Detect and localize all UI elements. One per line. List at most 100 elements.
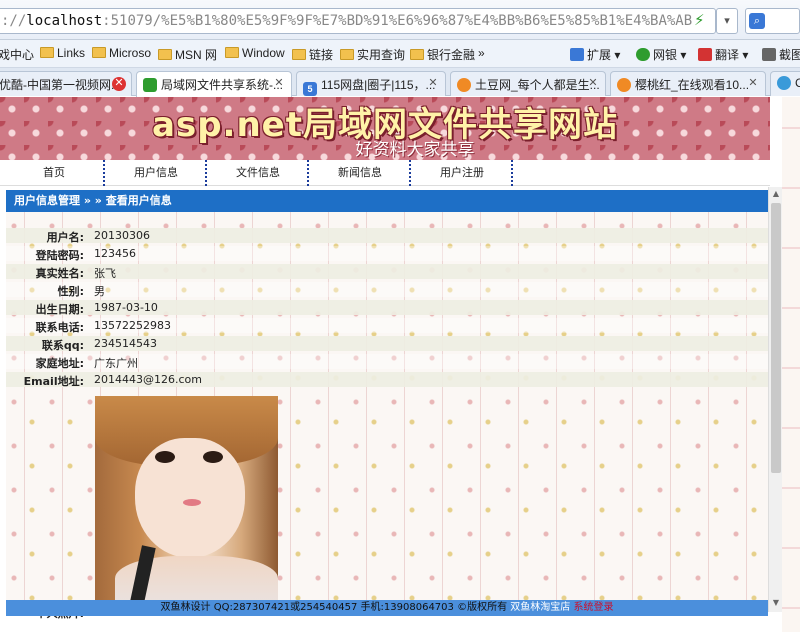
- lightning-icon[interactable]: ⚡: [694, 11, 710, 31]
- favorite-item[interactable]: 链接: [292, 46, 333, 63]
- photo-eye: [203, 451, 223, 463]
- field-value: 1987-03-10: [94, 301, 158, 314]
- search-button[interactable]: ⌕: [745, 8, 800, 34]
- field-label: 登陆密码:: [35, 249, 84, 262]
- close-icon[interactable]: ✕: [746, 77, 760, 91]
- scroll-down-icon[interactable]: ▼: [771, 598, 781, 610]
- page-icon: [143, 78, 157, 92]
- vertical-scrollbar[interactable]: ▲ ▼: [768, 187, 782, 612]
- tab-bar: 优酷-中国第一视频网... ✕ 局域网文件共享系统-... ✕ 5 115网盘|圈子|…: [0, 68, 800, 97]
- tab-label: 局域网文件共享系统-...: [161, 78, 283, 92]
- field-label: Email地址:: [23, 375, 84, 388]
- site-banner: asp.net局域网文件共享网站 好资料大家共享: [0, 97, 770, 160]
- nav-user-register[interactable]: 用户注册: [413, 160, 513, 186]
- folder-icon: [40, 47, 54, 58]
- favorite-label: 实用查询: [357, 48, 406, 62]
- tudou-icon: [457, 78, 471, 92]
- folder-icon: [410, 49, 424, 60]
- tool-label: 扩展: [587, 48, 612, 62]
- user-photo: [95, 396, 278, 612]
- favorite-label: 链接: [309, 48, 334, 62]
- tab-file-share[interactable]: 局域网文件共享系统-... ✕: [136, 71, 292, 97]
- tab-cherry[interactable]: 樱桃红_在线观看10... ✕: [610, 71, 766, 96]
- field-value: 2014443@126.com: [94, 373, 202, 386]
- table-row: 真实姓名: 张飞: [6, 263, 768, 281]
- folder-icon: [158, 49, 172, 60]
- footer-shop-link[interactable]: 双鱼林淘宝店: [510, 602, 570, 613]
- favorite-item[interactable]: 银行金融: [410, 46, 475, 63]
- footer-text: 双鱼林设计 QQ:287307421或254540457 手机:13908064…: [160, 602, 508, 613]
- system-login-link[interactable]: 系统登录: [573, 602, 613, 613]
- tool-label: 网银: [653, 48, 678, 62]
- address-prefix: ://: [1, 13, 27, 29]
- tab-label: 樱桃红_在线观看10...: [635, 78, 750, 92]
- nav-home[interactable]: 首页: [5, 160, 105, 186]
- globe-icon: [636, 48, 650, 61]
- field-label: 真实姓名:: [35, 267, 84, 280]
- web-page: asp.net局域网文件共享网站 好资料大家共享 首页 用户信息 文件信息 新闻…: [0, 97, 800, 632]
- tab-label: 土豆网_每个人都是生...: [475, 78, 600, 92]
- translate-button[interactable]: 翻译 ▾: [698, 46, 748, 63]
- favorite-item[interactable]: Links: [40, 46, 85, 60]
- tab-label: C: [795, 76, 800, 90]
- folder-icon: [340, 49, 354, 60]
- scroll-up-icon[interactable]: ▲: [771, 189, 781, 201]
- breadcrumb: 用户信息管理 » » 查看用户信息: [6, 190, 768, 212]
- nav-file-info[interactable]: 文件信息: [209, 160, 309, 186]
- nav-user-info[interactable]: 用户信息: [107, 160, 207, 186]
- address-input[interactable]: ://localhost:51079/%E5%B1%80%E5%9F%9F%E7…: [0, 8, 716, 34]
- nav-news-info[interactable]: 新闻信息: [311, 160, 411, 186]
- table-row: 用户名: 20130306: [6, 227, 768, 245]
- table-row: 联系电话: 13572252983: [6, 317, 768, 335]
- translate-icon: [698, 48, 712, 61]
- site-nav: 首页 用户信息 文件信息 新闻信息 用户注册: [0, 160, 770, 186]
- close-icon[interactable]: ✕: [426, 77, 440, 91]
- favorite-item[interactable]: 实用查询: [340, 46, 405, 63]
- tab-label: 115网盘|圈子|115，...: [321, 78, 436, 92]
- scrollbar-thumb[interactable]: [771, 203, 781, 473]
- address-path: :51079/%E5%B1%80%E5%9F%9F%E7%BD%91%E6%96…: [102, 13, 693, 29]
- chrome-icon: [777, 76, 791, 90]
- screenshot-button[interactable]: 截图: [762, 46, 800, 63]
- field-label: 联系电话:: [35, 321, 84, 334]
- tool-label: 翻译: [715, 48, 740, 62]
- tab-label: 优酷-中国第一视频网...: [0, 78, 121, 92]
- grid-icon: [570, 48, 584, 61]
- tudou-icon: [617, 78, 631, 92]
- field-label: 用户名:: [46, 231, 84, 244]
- tab-115[interactable]: 5 115网盘|圈子|115，... ✕: [296, 71, 446, 96]
- chevron-down-icon: ▾: [724, 14, 730, 27]
- address-bar: ://localhost:51079/%E5%B1%80%E5%9F%9F%E7…: [0, 0, 800, 40]
- close-icon[interactable]: ✕: [112, 77, 126, 91]
- folder-icon: [292, 49, 306, 60]
- tab-chrome[interactable]: C: [770, 71, 800, 96]
- extensions-button[interactable]: 扩展 ▾: [570, 46, 620, 63]
- netbank-button[interactable]: 网银 ▾: [636, 46, 686, 63]
- tab-youku[interactable]: 优酷-中国第一视频网... ✕: [0, 71, 132, 96]
- table-row: 家庭地址: 广东广州: [6, 353, 768, 371]
- favorite-label: MSN 网: [175, 48, 218, 62]
- folder-icon: [225, 47, 239, 58]
- favorite-item[interactable]: 戏中心: [0, 46, 34, 63]
- table-row: 性别: 男: [6, 281, 768, 299]
- close-icon[interactable]: ✕: [586, 77, 600, 91]
- photo-eye: [155, 451, 175, 463]
- favorite-item[interactable]: Window: [225, 46, 285, 60]
- favorites-bar: 戏中心 Links Microso MSN 网 Window 链接 实用查询 银…: [0, 40, 800, 68]
- search-icon: ⌕: [749, 13, 765, 29]
- favorites-more-button[interactable]: »: [478, 46, 485, 60]
- address-dropdown-button[interactable]: ▾: [716, 8, 738, 34]
- scissors-icon: [762, 48, 776, 61]
- address-host: localhost: [26, 13, 103, 29]
- favorite-item[interactable]: Microso: [92, 46, 151, 60]
- field-value: 男: [94, 285, 105, 298]
- close-icon[interactable]: ✕: [272, 77, 286, 91]
- tab-tudou[interactable]: 土豆网_每个人都是生... ✕: [450, 71, 606, 96]
- site-subtitle: 好资料大家共享: [355, 140, 475, 160]
- field-value: 20130306: [94, 229, 150, 242]
- site-115-icon: 5: [303, 82, 317, 96]
- photo-lips: [183, 499, 201, 506]
- favorite-label: Window: [242, 46, 285, 60]
- favorite-item[interactable]: MSN 网: [158, 46, 217, 63]
- table-row: 出生日期: 1987-03-10: [6, 299, 768, 317]
